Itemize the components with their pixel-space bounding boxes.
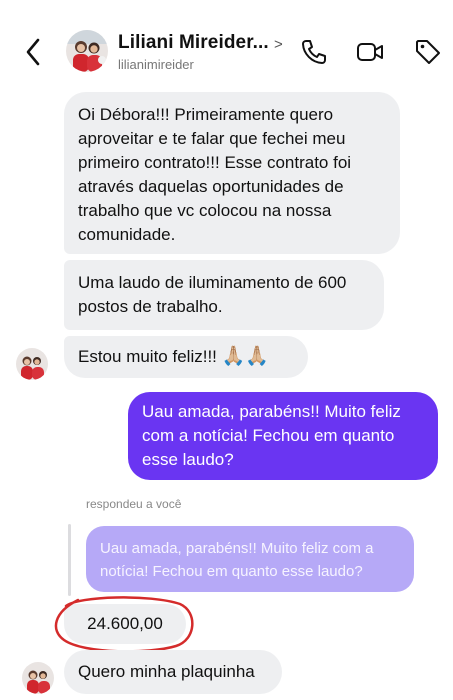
praying-hands-emoji: 🙏🏼🙏🏼 <box>221 346 269 367</box>
sender-avatar[interactable] <box>16 348 48 380</box>
chevron-right-icon[interactable]: > <box>274 36 283 53</box>
chat-header: Liliani Mireider... > lilianimireider <box>0 0 453 86</box>
incoming-message[interactable]: Uma laudo de iluminamento de 600 postos … <box>64 260 384 330</box>
contact-avatar[interactable] <box>66 30 108 72</box>
video-icon[interactable] <box>356 38 384 66</box>
tag-icon[interactable] <box>414 38 442 66</box>
incoming-message-amount[interactable]: 24.600,00 <box>64 604 186 644</box>
back-arrow-icon[interactable] <box>20 36 48 68</box>
incoming-message[interactable]: Quero minha plaquinha <box>64 650 282 694</box>
outgoing-message[interactable]: Uau amada, parabéns!! Muito feliz com a … <box>128 392 438 480</box>
phone-icon[interactable] <box>300 38 328 66</box>
incoming-message[interactable]: Oi Débora!!! Primeiramente quero aprovei… <box>64 92 400 254</box>
quoted-message[interactable]: Uau amada, parabéns!! Muito feliz com a … <box>86 526 414 592</box>
incoming-message[interactable]: Estou muito feliz!!! 🙏🏼🙏🏼 <box>64 336 308 378</box>
reply-indicator-line <box>68 524 71 596</box>
contact-username: lilianimireider <box>118 57 194 72</box>
message-text: Estou muito feliz!!! <box>78 347 217 366</box>
sender-avatar[interactable] <box>22 662 54 694</box>
reply-label: respondeu a você <box>86 497 182 511</box>
contact-name[interactable]: Liliani Mireider... <box>118 32 269 54</box>
